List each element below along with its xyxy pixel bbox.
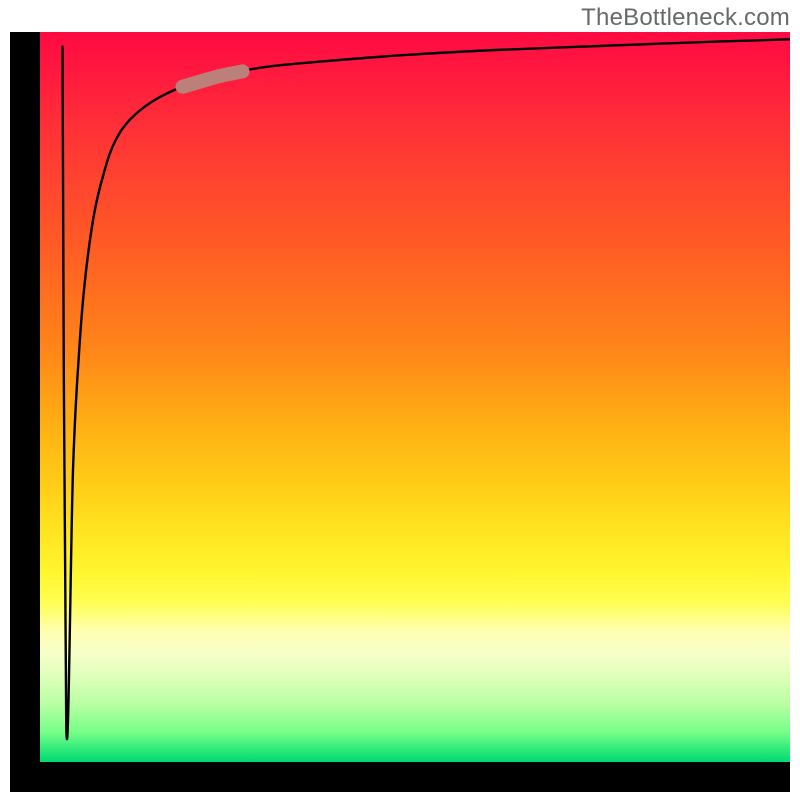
marker-segment [183,71,243,86]
attribution-label: TheBottleneck.com [581,4,790,32]
chart-stage: TheBottleneck.com [0,0,800,800]
curve-svg [40,32,790,762]
plot-frame [10,32,790,792]
plot-area [40,32,790,762]
bottleneck-curve [63,39,791,739]
